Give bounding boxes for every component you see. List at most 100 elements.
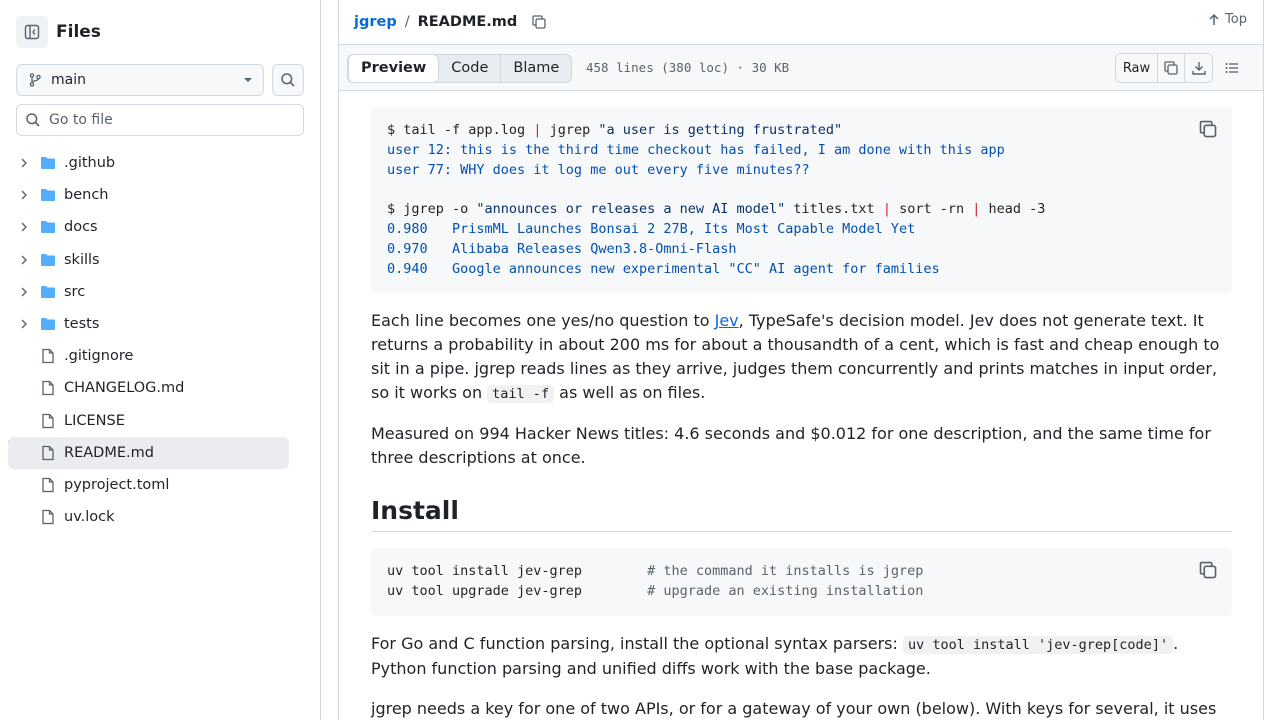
- code-text: sort -rn: [890, 201, 973, 218]
- code-line: uv tool upgrade jev-grep # upgrade an ex…: [387, 582, 1216, 602]
- search-icon: [26, 113, 40, 127]
- git-branch-icon: [29, 73, 41, 87]
- file-meta: 458 lines (380 loc) · 30 KB: [586, 60, 790, 75]
- chevron-right-icon: [21, 158, 27, 168]
- download-icon: [1191, 62, 1206, 75]
- chevron-right-icon: [21, 255, 27, 265]
- code-string: "announces or releases a new AI model": [476, 201, 786, 218]
- code-line: $ jgrep -o "announces or releases a new …: [387, 200, 1216, 220]
- tree-item-bench[interactable]: bench: [8, 179, 289, 211]
- search-button[interactable]: [272, 64, 304, 96]
- copy-icon[interactable]: [531, 14, 547, 30]
- folder-icon: [41, 221, 55, 233]
- file-icon: [42, 445, 54, 461]
- view-mode-tabs: Preview Code Blame: [347, 54, 573, 83]
- tree-item-skills[interactable]: skills: [8, 244, 289, 276]
- sidebar-header: Files: [16, 16, 101, 48]
- tree-item-changelog[interactable]: CHANGELOG.md: [8, 372, 289, 404]
- chevron-right-icon: [21, 287, 27, 297]
- file-tree-sidebar: Files main Go to file .github bench docs: [0, 0, 321, 720]
- file-toolbar: Preview Code Blame 458 lines (380 loc) ·…: [339, 44, 1263, 91]
- tree-item-tests[interactable]: tests: [8, 308, 289, 340]
- install-heading: Install: [371, 496, 1232, 533]
- top-button[interactable]: Top: [1207, 12, 1247, 27]
- copy-icon[interactable]: [1198, 560, 1218, 580]
- sidebar-collapse-icon[interactable]: [16, 16, 48, 48]
- copy-icon[interactable]: [1198, 119, 1218, 139]
- breadcrumb: jgrep / README.md: [339, 0, 1263, 44]
- code-text: uv tool install jev-grep: [387, 563, 648, 580]
- tree-item-license[interactable]: LICENSE: [8, 405, 289, 437]
- folder-icon: [41, 318, 55, 330]
- go-to-file-input[interactable]: Go to file: [16, 104, 304, 136]
- tree-item-readme[interactable]: README.md: [8, 437, 289, 469]
- copy-raw-button[interactable]: [1158, 54, 1185, 82]
- folder-icon: [41, 254, 55, 266]
- code-output-line: user 12: this is the third time checkout…: [387, 141, 1005, 158]
- breadcrumb-file: README.md: [417, 14, 518, 30]
- breadcrumb-repo-link[interactable]: jgrep: [354, 14, 397, 30]
- tab-code[interactable]: Code: [439, 55, 502, 82]
- inline-code: uv tool install 'jev-grep[code]': [902, 635, 1174, 654]
- code-block-install: uv tool install jev-grep # the command i…: [371, 548, 1232, 616]
- chevron-right-icon: [21, 190, 27, 200]
- tree-item-label: .github: [64, 155, 116, 171]
- code-text: $ tail -f app.log: [387, 122, 534, 138]
- download-button[interactable]: [1185, 54, 1212, 82]
- tree-item-label: src: [64, 284, 86, 300]
- search-icon: [281, 73, 295, 87]
- sidebar-title: Files: [56, 22, 101, 42]
- branch-name: main: [51, 72, 86, 88]
- breadcrumb-separator: /: [404, 14, 410, 30]
- code-output-line: user 77: WHY does it log me out every fi…: [387, 161, 810, 178]
- caret-down-icon: [244, 78, 252, 82]
- file-icon: [42, 509, 54, 525]
- folder-icon: [41, 189, 55, 201]
- chevron-right-icon: [21, 222, 27, 232]
- file-actions: Raw: [1115, 53, 1213, 83]
- tree-item-uv-lock[interactable]: uv.lock: [8, 501, 289, 533]
- code-text: $ jgrep -o: [387, 201, 477, 218]
- tree-item-label: uv.lock: [64, 509, 115, 525]
- code-text: titles.txt: [785, 201, 883, 218]
- tree-item-label: tests: [64, 316, 100, 332]
- paragraph-api-keys: jgrep needs a key for one of two APIs, o…: [371, 698, 1217, 718]
- arrow-up-icon: [1209, 13, 1219, 25]
- text: as well as on files.: [554, 383, 706, 403]
- tree-item-docs[interactable]: docs: [8, 211, 289, 243]
- file-icon: [42, 477, 54, 493]
- code-comment: # the command it installs is jgrep: [647, 563, 924, 580]
- list-unordered-icon[interactable]: [1224, 60, 1240, 76]
- tree-item-github[interactable]: .github: [8, 147, 289, 179]
- file-icon: [42, 413, 54, 429]
- tree-item-src[interactable]: src: [8, 276, 289, 308]
- folder-icon: [41, 286, 55, 298]
- code-text: jgrep: [541, 122, 599, 138]
- folder-icon: [41, 157, 55, 169]
- code-text: head -3: [980, 201, 1046, 218]
- code-pipe: |: [882, 201, 891, 218]
- text: For Go and C function parsing, install t…: [371, 633, 903, 653]
- code-string: "a user is getting frustrated": [598, 122, 843, 138]
- tree-item-pyproject[interactable]: pyproject.toml: [8, 469, 289, 501]
- raw-button[interactable]: Raw: [1116, 54, 1158, 82]
- tree-item-label: docs: [64, 219, 98, 235]
- paragraph-measured: Measured on 994 Hacker News titles: 4.6 …: [371, 424, 1211, 468]
- tree-item-label: LICENSE: [64, 413, 125, 429]
- tree-item-label: CHANGELOG.md: [64, 380, 185, 396]
- tree-item-gitignore[interactable]: .gitignore: [8, 340, 289, 372]
- file-icon: [42, 380, 54, 396]
- jev-link[interactable]: Jev: [715, 311, 739, 330]
- tree-item-label: pyproject.toml: [64, 477, 170, 493]
- tab-blame[interactable]: Blame: [501, 55, 571, 82]
- code-comment: # upgrade an existing installation: [647, 583, 924, 600]
- chevron-right-icon: [21, 319, 27, 329]
- tree-item-label: README.md: [64, 445, 154, 461]
- code-output-line: 0.940 Google announces new experimental …: [387, 260, 940, 277]
- branch-selector[interactable]: main: [16, 64, 264, 96]
- tab-preview[interactable]: Preview: [348, 55, 440, 82]
- inline-code: tail -f: [487, 385, 555, 404]
- go-to-file-placeholder: Go to file: [49, 112, 113, 128]
- readme-content: $ tail -f app.log | jgrep "a user is get…: [371, 91, 1232, 720]
